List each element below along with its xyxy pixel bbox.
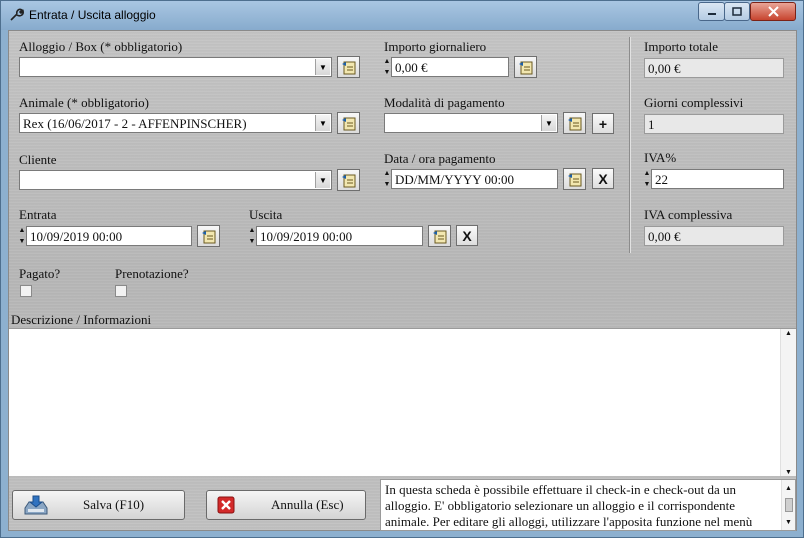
scroll-thumb[interactable]: [784, 498, 793, 512]
iva-spinner[interactable]: ▲ ▼: [643, 169, 651, 189]
bottom-bar: Salva (F10) Annulla (Esc) In questa sche…: [9, 477, 796, 531]
alloggio-label: Alloggio / Box (* obbligatorio): [19, 39, 183, 54]
data-pagamento-pick-button[interactable]: [563, 168, 586, 190]
minimize-icon: [707, 12, 716, 15]
save-button[interactable]: Salva (F10): [12, 490, 185, 520]
list-picker-icon: [341, 61, 355, 75]
data-pagamento-label: Data / ora pagamento: [384, 151, 496, 166]
list-picker-icon: [341, 117, 355, 131]
cancel-icon: [217, 496, 235, 514]
calendar-picker-icon: [432, 230, 446, 244]
chevron-down-icon[interactable]: ▼: [315, 59, 330, 75]
close-button[interactable]: [750, 2, 796, 21]
calendar-picker-icon: [567, 173, 581, 187]
list-picker-icon: [341, 174, 355, 188]
help-text: In questa scheda è possibile effettuare …: [385, 482, 753, 529]
pagato-checkbox[interactable]: [20, 285, 32, 297]
alloggio-combo[interactable]: ▼: [19, 57, 332, 77]
window-title: Entrata / Uscita alloggio: [29, 8, 156, 22]
modalita-pick-button[interactable]: [563, 112, 586, 134]
iva-complessiva-field: 0,00 €: [644, 226, 784, 246]
column-divider: [629, 37, 630, 253]
iva-field[interactable]: 22: [651, 169, 784, 189]
uscita-field[interactable]: 10/09/2019 00:00: [256, 226, 423, 246]
add-modalita-button[interactable]: +: [592, 113, 614, 134]
uscita-label: Uscita: [249, 207, 283, 222]
data-pagamento-field[interactable]: DD/MM/YYYY 00:00: [391, 169, 558, 189]
close-icon: [767, 6, 779, 17]
description-label: Descrizione / Informazioni: [11, 312, 152, 327]
pagato-label: Pagato?: [19, 266, 61, 281]
iva-complessiva-label: IVA complessiva: [644, 207, 733, 222]
scroll-up-icon[interactable]: ▲: [785, 329, 792, 337]
importo-giornaliero-pick-button[interactable]: [514, 56, 537, 78]
clear-data-pagamento-button[interactable]: X: [592, 168, 614, 189]
animale-value: Rex (16/06/2017 - 2 - AFFENPINSCHER): [23, 116, 247, 131]
save-icon: [24, 495, 48, 515]
entrata-field[interactable]: 10/09/2019 00:00: [26, 226, 192, 246]
cancel-button[interactable]: Annulla (Esc): [206, 490, 366, 520]
importo-giornaliero-spinner[interactable]: ▲ ▼: [383, 57, 391, 77]
uscita-spinner[interactable]: ▲ ▼: [248, 226, 256, 246]
title-bar[interactable]: Entrata / Uscita alloggio: [1, 1, 803, 30]
description-scrollbar[interactable]: ▲ ▼: [780, 329, 796, 476]
maximize-icon: [732, 7, 742, 16]
prenotazione-label: Prenotazione?: [115, 266, 189, 281]
entrata-pick-button[interactable]: [197, 225, 220, 247]
cliente-label: Cliente: [19, 152, 57, 167]
save-button-label: Salva (F10): [83, 497, 145, 512]
chevron-down-icon[interactable]: ▼: [315, 172, 330, 188]
dialog-window: Entrata / Uscita alloggio Alloggio / Box…: [0, 0, 804, 538]
cliente-combo[interactable]: ▼: [19, 170, 332, 190]
list-picker-icon: [518, 61, 532, 75]
chevron-down-icon[interactable]: ▼: [541, 115, 556, 131]
animale-pick-button[interactable]: [337, 112, 360, 134]
wrench-icon: [10, 8, 24, 21]
maximize-button[interactable]: [724, 2, 750, 21]
modalita-pagamento-combo[interactable]: ▼: [384, 113, 558, 133]
scroll-down-icon[interactable]: ▼: [785, 468, 792, 476]
cliente-pick-button[interactable]: [337, 169, 360, 191]
modalita-pagamento-label: Modalità di pagamento: [384, 95, 505, 110]
help-text-box: In questa scheda è possibile effettuare …: [380, 479, 796, 531]
giorni-label: Giorni complessivi: [644, 95, 744, 110]
cancel-button-label: Annulla (Esc): [271, 497, 344, 512]
chevron-down-icon[interactable]: ▼: [315, 115, 330, 131]
alloggio-pick-button[interactable]: [337, 56, 360, 78]
help-scrollbar[interactable]: ▲ ▼: [781, 480, 795, 530]
list-picker-icon: [567, 117, 581, 131]
data-pagamento-spinner[interactable]: ▲ ▼: [383, 169, 391, 189]
calendar-picker-icon: [201, 230, 215, 244]
animale-combo[interactable]: Rex (16/06/2017 - 2 - AFFENPINSCHER) ▼: [19, 113, 332, 133]
importo-totale-field: 0,00 €: [644, 58, 784, 78]
form-panel: Alloggio / Box (* obbligatorio) ▼ Import…: [8, 30, 797, 531]
entrata-label: Entrata: [19, 207, 57, 222]
animale-label: Animale (* obbligatorio): [19, 95, 149, 110]
clear-uscita-button[interactable]: X: [456, 225, 478, 246]
scroll-down-icon[interactable]: ▼: [785, 514, 792, 530]
giorni-field: 1: [644, 114, 784, 134]
importo-totale-label: Importo totale: [644, 39, 719, 54]
minimize-button[interactable]: [698, 2, 725, 21]
scroll-up-icon[interactable]: ▲: [785, 480, 792, 496]
importo-giornaliero-label: Importo giornaliero: [384, 39, 487, 54]
iva-label: IVA%: [644, 150, 677, 165]
uscita-pick-button[interactable]: [428, 225, 451, 247]
entrata-spinner[interactable]: ▲ ▼: [18, 226, 26, 246]
description-textarea[interactable]: ▲ ▼: [9, 328, 796, 476]
importo-giornaliero-field[interactable]: 0,00 €: [391, 57, 509, 77]
prenotazione-checkbox[interactable]: [115, 285, 127, 297]
